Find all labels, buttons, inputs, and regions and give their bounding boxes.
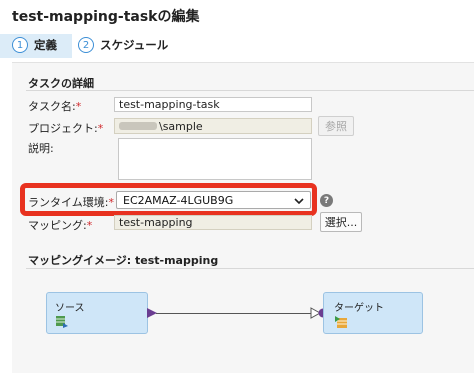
step-number: 1 [12,37,28,53]
step-label: 定義 [34,38,57,52]
page-title: test-mapping-taskの編集 [12,9,200,25]
browse-button[interactable]: 参照 [318,116,354,136]
task-name-label: タスク名:* [28,100,82,113]
source-table-icon [56,316,68,328]
project-field: \sample [114,118,312,134]
select-mapping-button[interactable]: 選択... [320,212,362,232]
mapping-field: test-mapping [114,215,312,230]
step-number: 2 [78,37,94,53]
description-textarea[interactable] [118,138,312,180]
source-node[interactable]: ソース [46,292,148,334]
section-title-mapping-image: マッピングイメージ: test-mapping [28,254,219,267]
redacted-path [119,122,157,130]
runtime-environment-label: ランタイム環境:* [28,196,114,209]
section-title-task-details: タスクの詳細 [28,77,94,90]
step-label: スケジュール [100,38,169,52]
source-node-label: ソース [55,303,85,314]
target-node[interactable]: ターゲット [323,292,423,334]
flow-connector-line [156,313,312,314]
step-schedule[interactable]: 2 スケジュール [78,37,168,53]
task-name-input[interactable]: test-mapping-task [114,97,312,112]
help-icon[interactable]: ? [320,194,333,207]
runtime-environment-select[interactable]: EC2AMAZ-4LGUB9G [116,191,311,209]
project-label: プロジェクト:* [28,122,104,135]
divider [26,90,474,91]
runtime-environment-value: EC2AMAZ-4LGUB9G [123,193,234,207]
mapping-label: マッピング:* [28,219,93,232]
wizard-steps: 1 定義 2 スケジュール [0,34,474,58]
description-label: 説明: [28,142,54,155]
target-node-label: ターゲット [334,303,384,314]
divider [26,268,474,269]
target-table-icon [335,316,347,328]
chevron-down-icon [294,198,304,205]
step-definition[interactable]: 1 定義 [12,37,57,53]
